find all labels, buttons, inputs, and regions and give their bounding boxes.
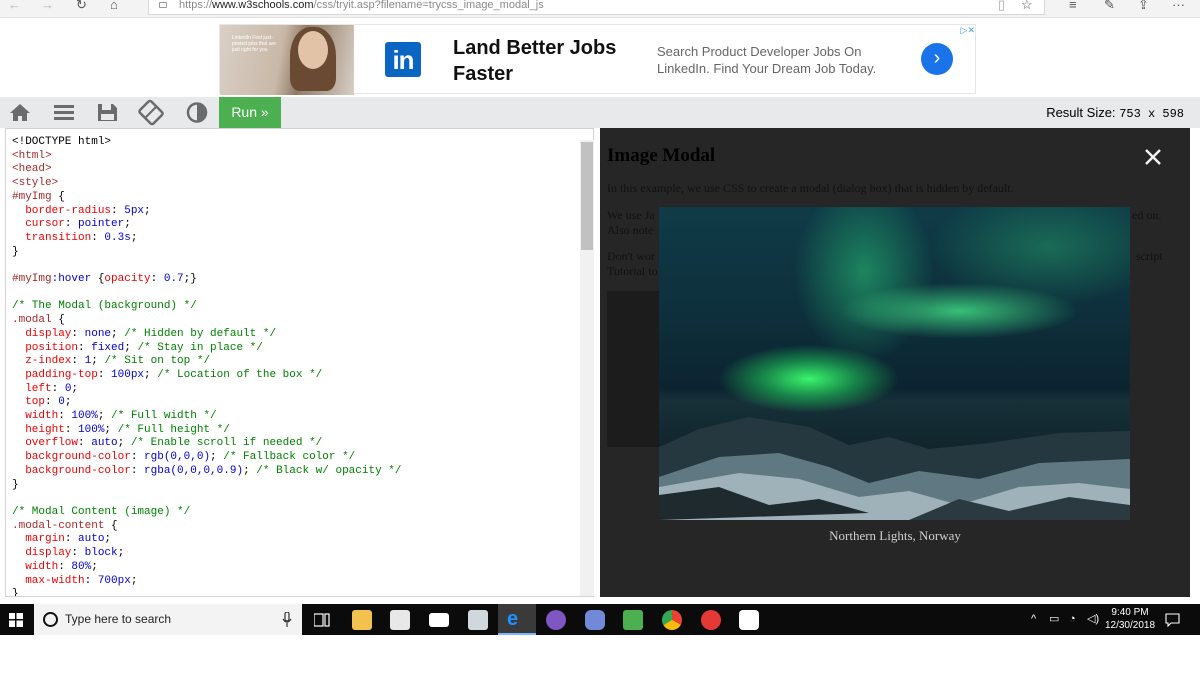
- volume-icon[interactable]: ◁): [1087, 613, 1099, 625]
- refresh-icon[interactable]: ↻: [76, 0, 87, 14]
- home-icon[interactable]: [0, 97, 40, 128]
- result-paragraph-1: In this example, we use CSS to create a …: [607, 181, 1014, 195]
- microphone-icon[interactable]: [282, 612, 292, 627]
- contrast-icon[interactable]: [177, 97, 217, 128]
- discord-icon[interactable]: [585, 610, 605, 630]
- mountain-landscape: [659, 417, 1130, 520]
- search-placeholder: Type here to search: [65, 612, 172, 626]
- linkedin-logo-icon: in: [385, 42, 421, 77]
- taskbar-search-box[interactable]: Type here to search: [34, 604, 302, 635]
- code-text[interactable]: <!DOCTYPE html> <html> <head> <style> #m…: [12, 136, 402, 596]
- chrome-canary-icon[interactable]: [701, 610, 721, 630]
- lock-icon: [159, 2, 167, 8]
- paint-icon[interactable]: [739, 610, 759, 630]
- url-prefix: https://: [179, 0, 213, 11]
- result-paragraph-2-line2: Also note: [607, 223, 654, 237]
- reading-view-icon[interactable]: ▯: [998, 0, 1005, 11]
- home-icon[interactable]: ⌂: [110, 0, 118, 14]
- result-size: Result Size: 753 x 598: [1046, 97, 1184, 128]
- ad-copy: Search Product Developer Jobs On LinkedI…: [657, 44, 877, 76]
- result-paragraph-3-start: Don't wor: [607, 249, 655, 263]
- close-icon[interactable]: [1144, 148, 1162, 166]
- ad-photo: LinkedIn Find just-posted jobs that are …: [220, 25, 354, 95]
- store-icon[interactable]: [390, 610, 410, 630]
- url-domain: www.w3schools.com: [212, 0, 314, 11]
- ad-headline[interactable]: Land Better Jobs Faster: [453, 35, 643, 87]
- taskbar-clock[interactable]: 9:40 PM 12/30/2018: [1102, 606, 1158, 632]
- favorite-star-icon[interactable]: ☆: [1021, 0, 1033, 11]
- modal-caption: Northern Lights, Norway: [829, 528, 961, 543]
- taskbar-edge-active[interactable]: e: [498, 604, 536, 635]
- result-size-value: 753 x 598: [1119, 107, 1184, 121]
- wifi-icon[interactable]: ◔: [1069, 613, 1076, 625]
- thumbnail-image[interactable]: [607, 291, 659, 447]
- editor-scrollbar-thumb[interactable]: [581, 142, 593, 250]
- result-paragraph-3-line2: Tutorial to: [607, 264, 658, 278]
- favorites-list-icon[interactable]: ≡: [1069, 0, 1077, 11]
- browser-toolbar: ← → ↻ ⌂ https://www.w3schools.com/css/tr…: [0, 0, 1200, 18]
- run-button[interactable]: Run »: [219, 97, 281, 128]
- file-explorer-icon[interactable]: [352, 610, 372, 630]
- clock-date: 12/30/2018: [1104, 620, 1156, 631]
- ad-photo-text: LinkedIn Find just-posted jobs that are …: [232, 35, 276, 53]
- chrome-icon[interactable]: [662, 610, 682, 630]
- result-paragraph-3-end: script: [1136, 249, 1163, 263]
- result-pane: Image Modal In this example, we use CSS …: [600, 128, 1190, 597]
- result-paragraph-2-start: We use Ja: [607, 208, 655, 222]
- windows-start-icon[interactable]: [9, 613, 23, 627]
- ad-banner[interactable]: LinkedIn Find just-posted jobs that are …: [219, 24, 976, 95]
- windows-taskbar: Type here to search e ^ ▭ ◔ ◁) 9:40 PM 1…: [0, 604, 1200, 635]
- tor-browser-icon[interactable]: [546, 610, 566, 630]
- notepad-icon[interactable]: [623, 610, 643, 630]
- cortana-icon: [43, 612, 58, 627]
- forward-icon[interactable]: →: [41, 0, 54, 14]
- clock-time: 9:40 PM: [1111, 607, 1149, 618]
- editor-scrollbar[interactable]: [580, 140, 594, 596]
- modal-image: [659, 207, 1130, 520]
- more-icon[interactable]: ···: [1172, 0, 1185, 11]
- rotate-layout-icon[interactable]: [131, 97, 171, 128]
- save-icon[interactable]: [87, 97, 127, 128]
- battery-icon[interactable]: ▭: [1049, 613, 1059, 625]
- calculator-icon[interactable]: [468, 610, 488, 630]
- url-path: /css/tryit.asp?filename=trycss_image_mod…: [313, 0, 544, 11]
- edge-icon: e: [507, 608, 519, 630]
- result-size-label: Result Size:: [1046, 105, 1116, 120]
- menu-icon[interactable]: [44, 97, 84, 128]
- mail-icon[interactable]: [429, 613, 449, 627]
- result-paragraph-2-end: ed on.: [1132, 208, 1162, 222]
- address-bar[interactable]: https://www.w3schools.com/css/tryit.asp?…: [148, 0, 1045, 15]
- show-hidden-icons[interactable]: ^: [1031, 613, 1036, 625]
- action-center-icon[interactable]: [1165, 613, 1180, 627]
- task-view-icon[interactable]: [314, 613, 330, 627]
- adchoices-icon[interactable]: ▷✕: [951, 25, 975, 37]
- share-icon[interactable]: ⇪: [1138, 0, 1149, 11]
- result-heading: Image Modal: [607, 145, 716, 166]
- back-icon[interactable]: ←: [8, 0, 21, 14]
- pen-icon[interactable]: ✎: [1104, 0, 1115, 11]
- ad-arrow-button[interactable]: ›: [921, 43, 953, 75]
- tryit-toolbar: Run » Result Size: 753 x 598: [0, 97, 1200, 128]
- code-editor[interactable]: <!DOCTYPE html> <html> <head> <style> #m…: [5, 128, 594, 597]
